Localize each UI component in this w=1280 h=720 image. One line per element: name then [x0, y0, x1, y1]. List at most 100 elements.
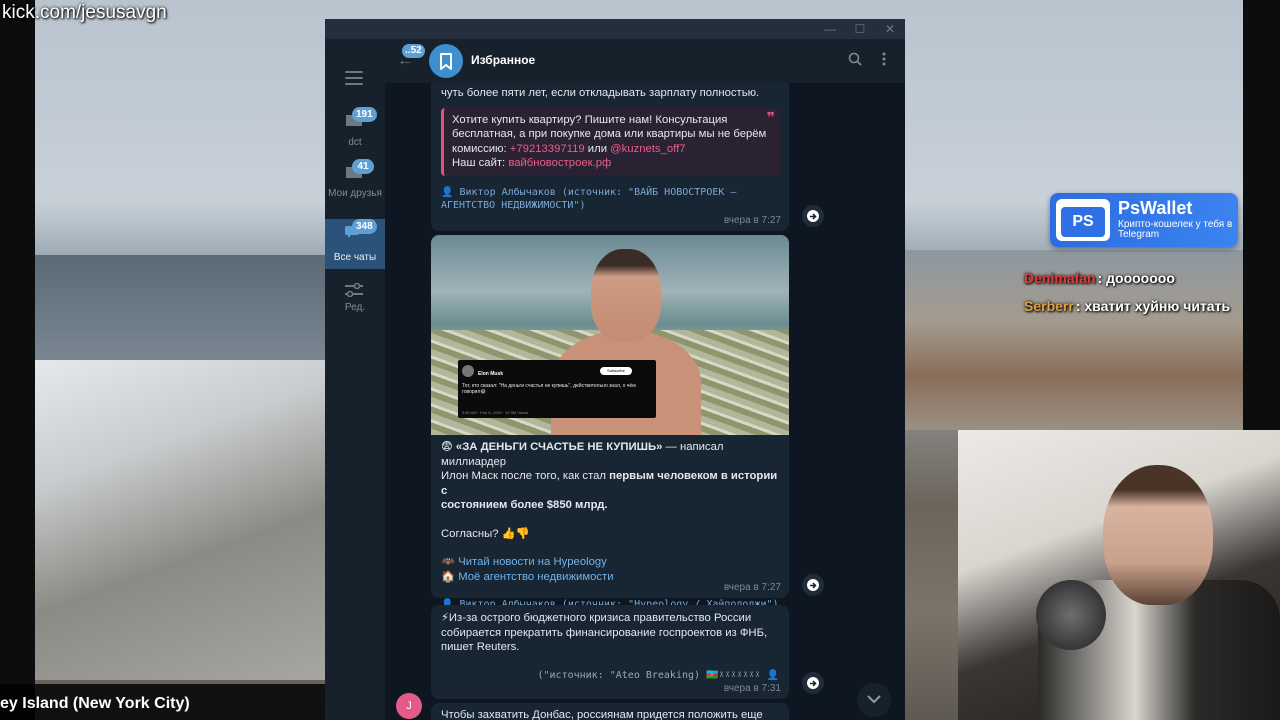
forwarded-message[interactable]: Elon Musk Subscribe Тот, кто сказал: "На…: [431, 235, 789, 610]
chat-username: Denimafan: [1024, 270, 1096, 286]
chat-title[interactable]: Избранное: [471, 53, 535, 67]
forwarded-message[interactable]: ⚡Из-за острого бюджетного кризиса правит…: [431, 605, 789, 699]
folder-my-friends[interactable]: 41 Мои друзья: [325, 159, 385, 215]
folder-unread-badge: 348: [352, 219, 377, 234]
message-text: ⚡Из-за острого бюджетного кризиса правит…: [431, 605, 789, 655]
tweet-author: Elon Musk: [478, 371, 504, 377]
right-black-strip: [1243, 0, 1280, 430]
chat-header: ← ..52 Избранное: [385, 39, 905, 83]
text-line: пишет Reuters.: [441, 641, 520, 653]
text-line: Согласны? 👍👎: [441, 527, 530, 540]
message-time: вчера в 7:27: [723, 581, 781, 593]
source-line: 👤 Виктор Албычаков (источник: "ВАЙБ НОВО…: [441, 186, 737, 198]
tweet-date: 3:50 AM · Feb 5, 2026 · 32.9M Views: [462, 410, 528, 415]
pswallet-title: PsWallet: [1118, 198, 1193, 218]
back-unread-count: 52: [410, 45, 422, 56]
scroll-to-bottom-button[interactable]: [857, 683, 891, 717]
tweet-text: Тот, кто сказал: "На деньги счастья не к…: [462, 383, 636, 395]
message-time: вчера в 7:31: [723, 682, 781, 694]
tweet-avatar: [462, 365, 474, 377]
source-line: АГЕНТСТВО НЕДВИЖИМОСТИ"): [441, 199, 586, 211]
message-quote: ❞ Хотите купить квартиру? Пишите нам! Ко…: [441, 107, 781, 176]
quote-line: бесплатная, а при покупке дома или кварт…: [452, 128, 767, 140]
message-text: Чтобы захватить Донбас, россиянам придет…: [441, 709, 763, 720]
phone-link[interactable]: +79213397119: [510, 143, 585, 155]
left-black-strip: [0, 0, 35, 720]
text-line: состоянием более $850 млрд.: [441, 498, 779, 513]
username-link[interactable]: @kuznets_off7: [610, 143, 685, 155]
hypeology-link[interactable]: Читай новости на Hypeology: [458, 556, 607, 568]
folder-unread-badge: 41: [352, 159, 374, 174]
minimize-button[interactable]: —: [815, 19, 845, 39]
message-source: 👤 Виктор Албычаков (источник: "ВАЙБ НОВО…: [431, 176, 789, 212]
search-icon[interactable]: [848, 52, 862, 70]
location-caption: ey Island (New York City): [0, 684, 325, 720]
quote-text: или: [584, 142, 611, 155]
webcam-feed: [958, 430, 1280, 720]
message-photo[interactable]: Elon Musk Subscribe Тот, кто сказал: "На…: [431, 235, 789, 435]
background-snowy-park: [35, 360, 325, 680]
quote-line: Наш сайт: вайбновостроек.рф: [452, 156, 773, 171]
quote-line: комиссию: +79213397119 или @kuznets_off7: [452, 142, 773, 157]
chat-text: : дооооооо: [1097, 270, 1175, 286]
chat-text: : хватит хуйню читать: [1075, 298, 1231, 314]
headline-line: 😨 «ЗА ДЕНЬГИ СЧАСТЬЕ НЕ КУПИШЬ» — написа…: [441, 440, 779, 469]
microphone: [1036, 580, 1106, 650]
pswallet-logo-text: PS: [1061, 207, 1105, 237]
pswallet-logo: PS: [1056, 199, 1110, 241]
forward-button[interactable]: [802, 574, 824, 596]
back-unread-badge: ..52: [402, 44, 425, 58]
tweet-subscribe: Subscribe: [600, 367, 632, 375]
saved-messages-avatar[interactable]: [429, 44, 463, 78]
forwarded-message[interactable]: чуть более пяти лет, если откладывать за…: [431, 83, 789, 231]
folders-sidebar: 191 dct 41 Мои друзья 348 Все чаты Ред.: [325, 39, 385, 720]
message-bubble[interactable]: Чтобы захватить Донбас, россиянам придет…: [431, 703, 789, 720]
messages-area[interactable]: чуть более пяти лет, если откладывать за…: [385, 83, 905, 720]
emoji: 😨: [441, 441, 453, 453]
folder-edit[interactable]: Ред.: [325, 277, 385, 327]
folder-all-chats[interactable]: 348 Все чаты: [325, 219, 385, 269]
stream-chat-message: Denimafan: дооооооо: [1024, 270, 1175, 286]
folder-label: dct: [348, 137, 362, 148]
message-time: вчера в 7:27: [723, 214, 781, 226]
window-titlebar[interactable]: — ☐ ✕: [325, 19, 905, 39]
folder-unread-badge: 191: [352, 107, 377, 122]
text-line: собирается прекратить финансирование гос…: [441, 626, 768, 639]
photo-tweet-screenshot: Elon Musk Subscribe Тот, кто сказал: "На…: [458, 360, 656, 418]
webcam-person-head: [1103, 465, 1213, 605]
message-text: чуть более пяти лет, если откладывать за…: [441, 87, 760, 99]
chat-username: Serberr: [1024, 298, 1074, 314]
forward-arrow-icon: [807, 677, 819, 689]
folder-label: Все чаты: [333, 252, 377, 263]
folder-label: Ред.: [344, 302, 366, 313]
close-button[interactable]: ✕: [875, 19, 905, 39]
quote-mark-icon: ❞: [766, 108, 775, 125]
telegram-window: — ☐ ✕ 191 dct 41 Мои друзья 348 Все чаты…: [325, 19, 905, 720]
forward-button[interactable]: [802, 205, 824, 227]
hamburger-menu-icon[interactable]: [345, 71, 363, 85]
more-options-icon[interactable]: [882, 52, 886, 70]
folder-label: Мои друзья: [328, 188, 382, 199]
stream-watermark: kick.com/jesusavgn: [2, 2, 167, 23]
quote-text: комиссию:: [452, 142, 510, 155]
website-link[interactable]: вайбновостроек.рф: [508, 157, 611, 169]
text-bold: состоянием более $850 млрд.: [441, 499, 608, 511]
forward-arrow-icon: [807, 579, 819, 591]
headline-bold: «ЗА ДЕНЬГИ СЧАСТЬЕ НЕ КУПИШЬ»: [455, 441, 663, 453]
bookmark-icon: [440, 53, 452, 70]
house-icon: 🏠: [441, 570, 456, 583]
chevron-down-icon: [867, 695, 881, 704]
sender-avatar[interactable]: J: [396, 693, 422, 719]
maximize-button[interactable]: ☐: [845, 19, 875, 39]
forward-button[interactable]: [802, 672, 824, 694]
stream-chat-message: Serberr: хватит хуйню читать: [1024, 298, 1230, 314]
forward-arrow-icon: [807, 210, 819, 222]
sliders-icon: [345, 283, 363, 297]
photo-person-face: [591, 249, 661, 341]
folder-dct[interactable]: 191 dct: [325, 107, 385, 157]
pswallet-subtitle: Крипто-кошелек у тебя в Telegram: [1118, 219, 1233, 240]
quote-text: Наш сайт:: [452, 157, 509, 169]
agency-link[interactable]: Моё агентство недвижимости: [458, 571, 613, 583]
text-line: Илон Маск после того, как стал первым че…: [441, 469, 779, 498]
link-line: 🦇 Читай новости на Hypeology: [441, 555, 779, 570]
